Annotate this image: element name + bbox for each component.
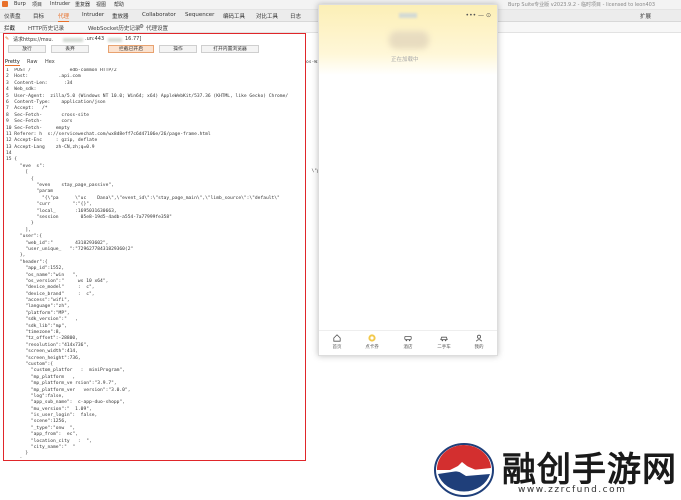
site-watermark: 融创手游网 www.zzrcfund.com — [432, 440, 677, 500]
tab-intruder[interactable]: Intruder — [82, 12, 104, 18]
nav-hotel-label: 酒店 — [403, 345, 413, 350]
tab-repeater[interactable]: 重放器 — [112, 12, 129, 20]
tab-proxy[interactable]: 代理 — [58, 12, 70, 22]
menu-project[interactable]: 项目 — [32, 1, 42, 8]
user-icon — [475, 334, 483, 342]
miniprogram-header: ••• — ⊙ 正在加载中 — [319, 5, 497, 75]
tab-extensions[interactable]: 扩展 — [640, 12, 651, 20]
app-icon — [2, 1, 8, 9]
tab-collaborator[interactable]: Collaborator — [142, 12, 176, 18]
tab-sequencer[interactable]: Sequencer — [185, 12, 214, 18]
coupon-icon — [368, 334, 376, 342]
nav-hotel[interactable]: 酒店 — [396, 334, 420, 350]
nav-used-car-label: 二手车 — [437, 345, 451, 350]
logo-emblem-icon — [434, 443, 494, 497]
menu-view[interactable]: 视图 — [96, 1, 106, 8]
menu-burp[interactable]: Burp — [14, 1, 26, 7]
miniprogram-window: ••• — ⊙ 正在加载中 首页 点卡券 酒店 二手车 我的 — [318, 4, 498, 356]
nav-coupons-label: 点卡券 — [365, 345, 379, 350]
redacted-title — [399, 12, 417, 19]
tab-target[interactable]: 目标 — [33, 12, 44, 20]
car-outline-icon — [440, 336, 448, 342]
tab-proxy-settings[interactable]: 代理设置 — [146, 24, 168, 32]
menu-help[interactable]: 帮助 — [114, 1, 124, 8]
home-icon — [333, 334, 341, 342]
miniprogram-tab-bar: 首页 点卡券 酒店 二手车 我的 — [319, 330, 497, 355]
tab-dashboard[interactable]: 仪表盘 — [4, 12, 21, 20]
nav-home[interactable]: 首页 — [325, 334, 349, 350]
highlight-frame — [3, 33, 306, 461]
tab-intercept[interactable]: 拦截 — [4, 24, 15, 32]
menu-intruder[interactable]: Intruder — [50, 1, 70, 7]
nav-coupons[interactable]: 点卡券 — [360, 334, 384, 350]
redacted-logo — [389, 31, 429, 49]
nav-home-label: 首页 — [332, 345, 342, 350]
logo-url: www.zzrcfund.com — [518, 485, 627, 495]
loading-text: 正在加载中 — [391, 57, 419, 63]
menu-repeater[interactable]: 重复器 — [75, 1, 90, 8]
tab-logger[interactable]: 日志 — [290, 12, 301, 20]
logo-title: 融创手游网 — [502, 450, 677, 490]
tab-websocket-history[interactable]: WebSocket历史记录 — [88, 24, 140, 32]
tab-http-history[interactable]: HTTP历史记录 — [28, 24, 64, 32]
nav-profile-label: 我的 — [474, 345, 484, 350]
tab-decoder[interactable]: 编码工具 — [223, 12, 245, 20]
gear-icon[interactable]: ⚙ — [139, 24, 144, 30]
tab-comparer[interactable]: 对比工具 — [256, 12, 278, 20]
nav-used-car[interactable]: 二手车 — [432, 334, 456, 350]
car-icon — [404, 336, 412, 342]
window-controls[interactable]: ••• — ⊙ — [466, 12, 491, 19]
window-title: Burp Suite专业版 v2023.9.2 - 临时项目 - license… — [508, 2, 656, 8]
nav-profile[interactable]: 我的 — [467, 334, 491, 350]
